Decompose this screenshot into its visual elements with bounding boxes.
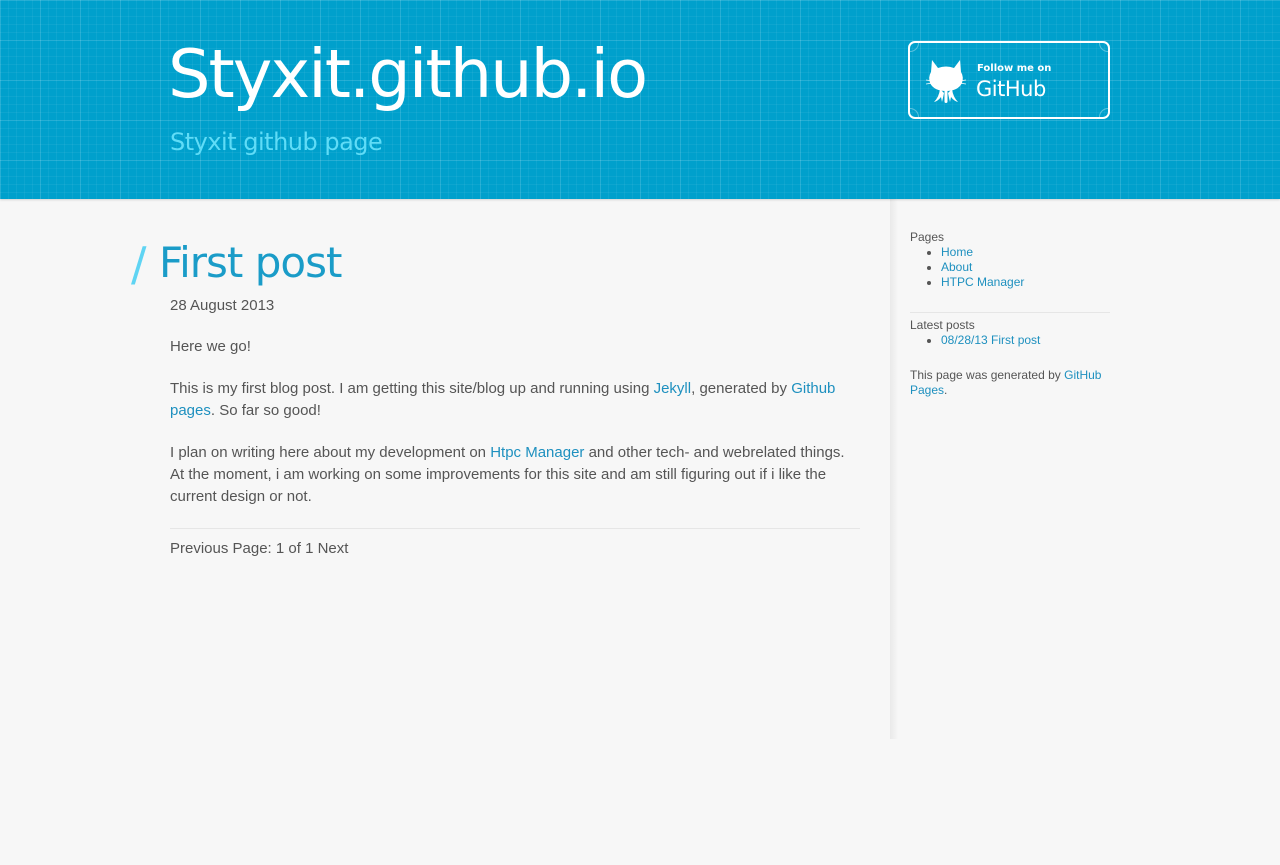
sidebar-latest-list: 08/28/13 First post	[910, 333, 1110, 348]
github-banner-small-text: Follow me on	[977, 63, 1052, 74]
htpc-manager-link[interactable]: Htpc Manager	[490, 444, 584, 461]
post-title[interactable]: First post	[159, 238, 342, 288]
paragraph-text: , generated by	[691, 380, 792, 397]
paragraph-text: . So far so good!	[210, 402, 321, 419]
post-paragraph: Here we go!	[170, 338, 251, 355]
sidebar-pages-section: Pages Home About HTPC Manager	[910, 230, 1110, 290]
github-follow-button[interactable]: Follow me on GitHub	[908, 41, 1110, 119]
post-paragraph: This is my first blog post. I am getting…	[170, 378, 860, 422]
sidebar-footer-text: This page was generated by	[910, 368, 1065, 382]
sidebar-link-home[interactable]: Home	[941, 245, 973, 259]
post-divider	[170, 528, 860, 529]
octocat-icon	[925, 58, 967, 106]
sidebar-link-htpc-manager[interactable]: HTPC Manager	[941, 275, 1024, 289]
paragraph-text: This is my first blog post. I am getting…	[170, 380, 654, 397]
sidebar-latest-heading: Latest posts	[910, 318, 975, 332]
banner-corner-decoration	[1099, 43, 1108, 52]
post-body: Here we go! This is my first blog post. …	[170, 336, 860, 528]
banner-corner-decoration	[910, 108, 919, 117]
jekyll-link[interactable]: Jekyll	[654, 380, 692, 397]
post-paragraph: I plan on writing here about my developm…	[170, 442, 860, 508]
sidebar-link-about[interactable]: About	[941, 260, 972, 274]
github-banner-big-text: GitHub	[976, 77, 1046, 101]
sidebar-shadow	[890, 199, 898, 739]
sidebar-pages-heading: Pages	[910, 230, 945, 244]
post-date: 28 August 2013	[170, 297, 275, 314]
pagination: Previous Page: 1 of 1 Next	[170, 540, 349, 557]
sidebar-footer: This page was generated by GitHub Pages.	[910, 368, 1110, 398]
paragraph-text: I plan on writing here about my developm…	[170, 444, 491, 461]
sidebar-item-home: Home	[941, 245, 1110, 260]
banner-corner-decoration	[1099, 108, 1108, 117]
sidebar: Pages Home About HTPC Manager Latest pos…	[890, 199, 1280, 739]
title-slash-decoration: /	[131, 237, 147, 291]
site-title[interactable]: Styxit.github.io	[168, 34, 648, 114]
sidebar-pages-list: Home About HTPC Manager	[910, 245, 1110, 290]
site-header: Styxit.github.io Styxit github page Foll…	[0, 0, 1280, 199]
site-tagline: Styxit github page	[170, 128, 383, 156]
banner-corner-decoration	[910, 43, 919, 52]
sidebar-item-htpc-manager: HTPC Manager	[941, 275, 1110, 290]
sidebar-latest-section: Latest posts 08/28/13 First post	[910, 318, 1110, 348]
sidebar-link-first-post[interactable]: 08/28/13 First post	[941, 333, 1040, 347]
sidebar-item-latest-post: 08/28/13 First post	[941, 333, 1110, 348]
sidebar-divider	[910, 312, 1110, 313]
sidebar-footer-end: .	[944, 383, 948, 397]
sidebar-item-about: About	[941, 260, 1110, 275]
